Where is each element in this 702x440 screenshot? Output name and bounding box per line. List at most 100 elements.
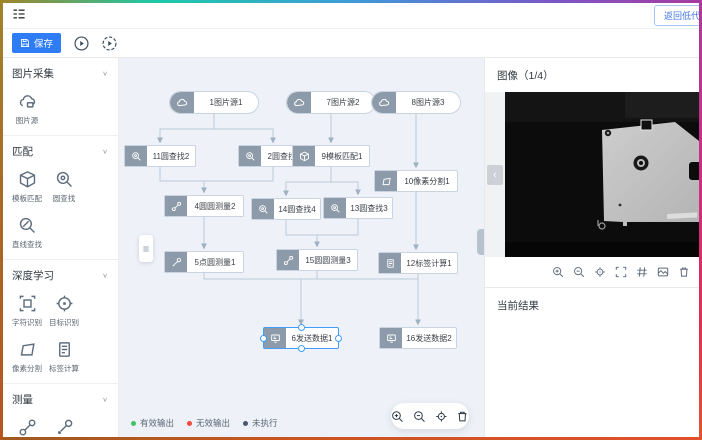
chevron-down-icon[interactable]: ∨	[102, 148, 108, 155]
node-label: 5点圆测量1	[187, 257, 243, 268]
node-label: 8图片源3	[396, 97, 460, 108]
point-circle-measure-icon	[165, 252, 187, 272]
node-pixel-segmentation-1[interactable]: 10像素分割1	[374, 170, 458, 192]
status-legend: 有效输出 无效输出 未执行	[131, 417, 278, 429]
sidebar-item-label-calc[interactable]: 标签计算	[49, 340, 79, 374]
label-calc-icon	[379, 253, 401, 273]
node-point-circle-measure-1[interactable]: 5点圆测量1	[164, 251, 244, 273]
legend-not-executed: 未执行	[243, 417, 278, 429]
sidebar-item-template-match[interactable]: 模板匹配	[12, 170, 42, 204]
chevron-down-icon[interactable]: ∨	[102, 272, 108, 279]
zoom-out-icon[interactable]	[573, 266, 585, 278]
node-label: 14圆查找4	[274, 204, 320, 215]
legend-label: 未执行	[252, 417, 278, 429]
item-label: 目标识别	[49, 317, 79, 328]
template-match-icon	[293, 146, 315, 166]
play-once-icon	[102, 36, 117, 51]
action-toolbar: 保存	[0, 29, 702, 58]
sidebar-item-line-find[interactable]: 直线查找	[12, 216, 42, 250]
item-label: 字符识别	[12, 317, 42, 328]
node-circle-find-2[interactable]: 11圆查找2	[124, 145, 196, 167]
zoom-in-icon[interactable]	[552, 266, 564, 278]
chevron-down-icon[interactable]: ∨	[102, 396, 108, 403]
inspection-image[interactable]	[505, 92, 702, 257]
line-find-icon	[18, 216, 37, 235]
node-image-source-3[interactable]: 8图片源3	[371, 91, 461, 114]
node-circle-find-4[interactable]: 14圆查找4	[251, 198, 321, 220]
sidebar-collapse-handle[interactable]	[139, 235, 153, 262]
item-label: 标签计算	[49, 363, 79, 374]
locate-icon[interactable]	[435, 410, 448, 423]
node-image-source-2[interactable]: 7图片源2	[286, 91, 376, 114]
send-data-icon	[380, 328, 402, 348]
screenshot-frame	[0, 0, 702, 3]
node-template-match-1[interactable]: 9模板匹配1	[292, 145, 370, 167]
save-button[interactable]: 保存	[12, 33, 61, 53]
legend-label: 无效输出	[196, 417, 230, 429]
sidebar-item-pixel-segmentation[interactable]: 像素分割	[12, 340, 42, 374]
zoom-out-icon[interactable]	[413, 410, 426, 423]
legend-valid-output: 有效输出	[131, 417, 174, 429]
sidebar-item-circle-find[interactable]: 圆查找	[49, 170, 79, 204]
back-to-lowcode-button[interactable]: 返回低代	[654, 5, 702, 26]
trash-icon[interactable]	[678, 266, 690, 278]
circle-find-icon	[324, 198, 346, 218]
trash-icon[interactable]	[456, 410, 469, 423]
segmentation-icon	[375, 171, 397, 191]
zoom-in-icon[interactable]	[391, 410, 404, 423]
section-title: 匹配	[12, 144, 33, 159]
send-data-icon	[264, 328, 286, 348]
circle-circle-measure-icon	[18, 418, 37, 437]
image-compare-icon[interactable]	[657, 266, 669, 278]
red-dot-icon	[187, 421, 192, 426]
connector-handle[interactable]	[260, 335, 267, 342]
segmentation-icon	[18, 340, 37, 359]
chevron-down-icon[interactable]: ∨	[102, 70, 108, 77]
sidebar-item-target-recognition[interactable]: 目标识别	[49, 294, 79, 328]
sidebar-section-matching: 匹配 ∨ 模板匹配 圆查找	[0, 136, 118, 260]
screenshot-frame	[0, 0, 3, 440]
locate-icon[interactable]	[594, 266, 606, 278]
connector-handle[interactable]	[298, 345, 305, 352]
item-label: 图片源	[16, 115, 39, 126]
circle-find-icon	[55, 170, 74, 189]
node-circle-circle-measure-2[interactable]: 4圆圆测量2	[164, 195, 244, 217]
node-send-data-1[interactable]: 6发送数据1	[263, 327, 339, 349]
app-window: 返回低代 保存 图片采集 ∨	[0, 0, 702, 440]
connector-handle[interactable]	[335, 335, 342, 342]
node-label: 16发送数据2	[402, 333, 456, 344]
circle-find-icon	[239, 146, 261, 166]
section-title: 图片采集	[12, 66, 54, 81]
sidebar-section-deep-learning: 深度学习 ∨ 字符识别 目标识别	[0, 260, 118, 384]
top-header-bar: 返回低代	[0, 0, 702, 29]
node-label: 7图片源2	[311, 97, 375, 108]
node-circle-find-3[interactable]: 13圆查找3	[323, 197, 393, 219]
circle-find-icon	[252, 199, 274, 219]
section-title: 测量	[12, 392, 33, 407]
node-send-data-2[interactable]: 16发送数据2	[379, 327, 457, 349]
node-label: 15圆圆测量3	[299, 255, 357, 266]
sidebar-item-ocr[interactable]: 字符识别	[12, 294, 42, 328]
workflow-canvas[interactable]: 1图片源1 7图片源2 8图片源3 11圆查找2	[119, 58, 484, 440]
node-label-calc-1[interactable]: 12标签计算1	[378, 252, 458, 274]
circle-find-icon	[125, 146, 147, 166]
item-label: 像素分割	[12, 363, 42, 374]
node-circle-circle-measure-3[interactable]: 15圆圆测量3	[276, 249, 358, 271]
node-label: 4圆圆测量2	[187, 201, 243, 212]
previous-image-button[interactable]: ‹	[487, 165, 503, 185]
circle-circle-measure-icon	[165, 196, 187, 216]
sidebar-section-image-capture: 图片采集 ∨ 图片源	[0, 58, 118, 136]
fullscreen-icon[interactable]	[615, 266, 627, 278]
grid-icon[interactable]	[636, 266, 648, 278]
image-preview-area: ‹	[485, 92, 702, 257]
connector-handle[interactable]	[298, 324, 305, 331]
run-button[interactable]	[73, 35, 89, 51]
right-panel: 图像（1/4） ‹	[484, 58, 702, 440]
ocr-icon	[18, 294, 37, 313]
node-image-source-1[interactable]: 1图片源1	[169, 91, 259, 114]
sidebar-item-image-source[interactable]: 图片源	[12, 92, 42, 126]
save-button-label: 保存	[34, 36, 53, 50]
right-panel-collapse-handle[interactable]	[477, 229, 484, 255]
menu-icon[interactable]	[12, 7, 26, 21]
run-once-button[interactable]	[101, 35, 117, 51]
